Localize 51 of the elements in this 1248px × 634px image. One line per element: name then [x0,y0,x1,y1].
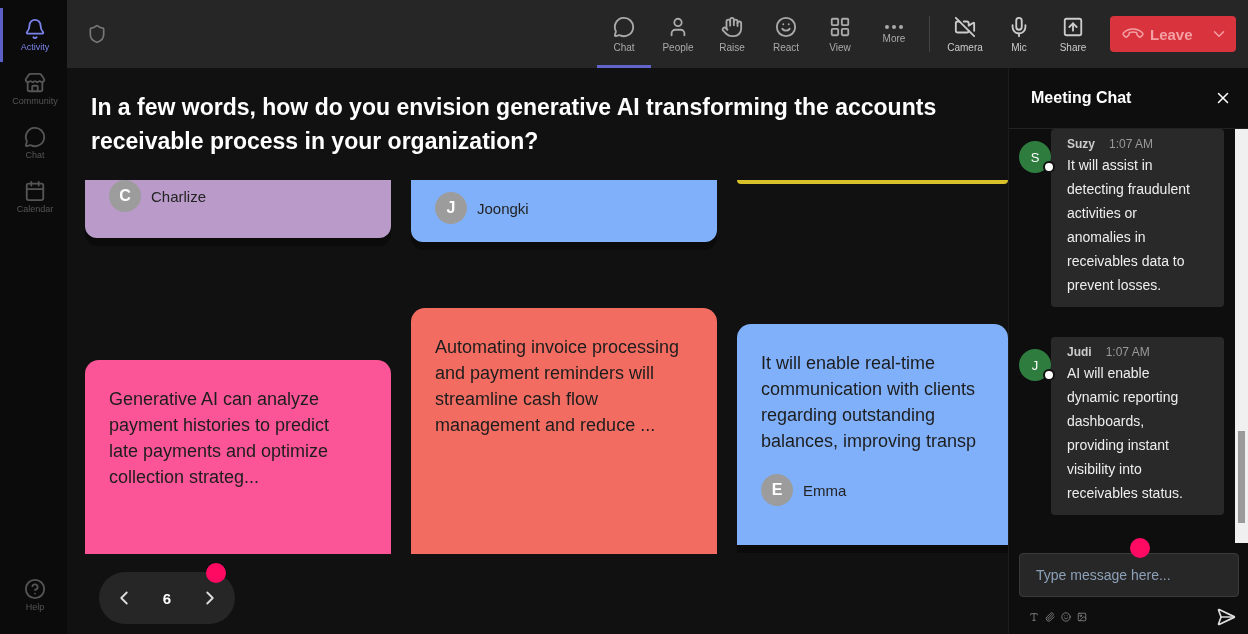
store-icon [24,72,46,94]
message-input[interactable]: Type message here... [1019,553,1239,597]
avatar: E [761,474,793,506]
scrollbar[interactable] [1235,129,1248,543]
attach-icon[interactable] [1045,612,1055,622]
avatar: C [109,180,141,212]
format-icon[interactable] [1029,612,1039,622]
toolbar-button[interactable]: Raise [705,0,759,68]
message-text: It will assist in detecting fraudulent activities or anomalies in receivables data to prevent losses. [1067,156,1191,295]
toolbar-button[interactable]: React [759,0,813,68]
chat-title: Meeting Chat [1031,89,1132,107]
toolbar-button[interactable]: Share [1046,0,1100,68]
page-number: 6 [162,589,172,607]
toolbar-button[interactable]: Mic [992,0,1046,68]
toolbar-button[interactable]: View [813,0,867,68]
help-icon [24,578,46,600]
avatar: S [1019,141,1051,173]
smiley-icon [775,16,797,38]
avatar: J [1019,349,1051,381]
emoji-icon[interactable] [1061,612,1071,622]
calendar-icon [24,180,46,202]
pointer-dot [206,563,226,583]
toolbar-button[interactable]: People [651,0,705,68]
message-text: AI will enable dynamic reporting dashboards, providing instant visibility into receivables status. [1067,364,1184,503]
message-time: 1:07 AM [1109,137,1154,151]
send-icon[interactable] [1216,607,1236,627]
bell-icon [24,18,46,40]
author-name: Charlize [151,187,207,205]
sender-name: Suzy [1067,137,1095,151]
avatar: J [435,192,467,225]
toolbar-button[interactable]: Chat [597,0,651,68]
toolbar-button[interactable]: Camera [938,0,992,68]
toolbar-button[interactable]: More [867,0,921,68]
author-name: Joongki [477,199,529,217]
share-icon [1062,16,1084,38]
hand-icon [721,16,743,38]
card-text: Generative AI can analyze payment histories to predict late payments and optimize collection strateg... [109,388,331,489]
message-time: 1:07 AM [1105,345,1150,359]
author-name: Emma [803,481,847,499]
sender-name: Judi [1067,345,1092,359]
grid-icon [829,16,851,38]
chat-bubble-icon [24,126,46,148]
question-title: In a few words, how do you envision generative AI transforming the accounts receivable process in your organization? [90,93,938,156]
shield-icon [87,24,107,44]
card-text: Automating invoice processing and payment reminders will streamline cash flow management and reduce ... [435,336,681,438]
card-text: It will enable real-time communication with clients regarding outstanding balances, improving transp [761,352,978,453]
more-icon [885,25,903,29]
pointer-dot [1130,538,1150,558]
chat-bubble-icon [613,16,635,38]
camera-off-icon [954,16,976,38]
image-icon[interactable] [1077,612,1087,622]
